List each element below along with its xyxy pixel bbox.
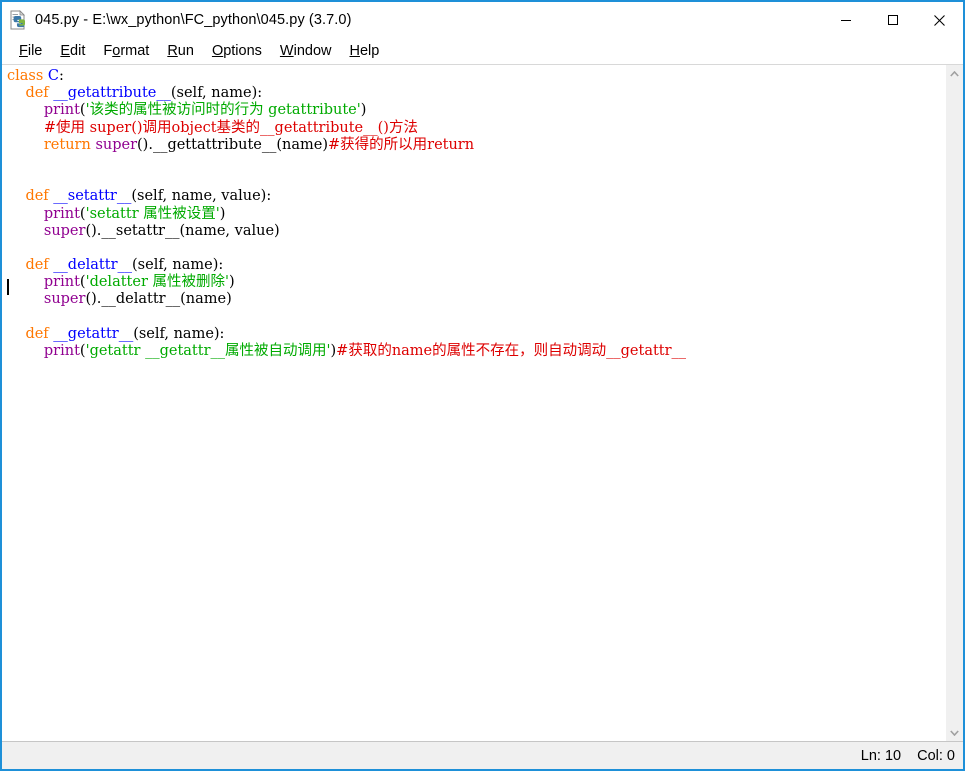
code-token: (self, name): [170,85,263,102]
code-line: return super().__gettattribute__(name)#获… [7,137,945,154]
code-token: 'delatter 属性被删除' [85,274,229,291]
source-code: class C: def __getattribute__(self, name… [2,68,945,360]
code-token: super [43,222,86,239]
maximize-button[interactable] [869,2,916,38]
code-token: ().__delattr__(name) [85,291,232,308]
scroll-down-button[interactable] [946,724,963,741]
code-token: '该类的属性被访问时的行为 getattribute' [85,102,361,119]
menu-item-help[interactable]: Help [341,41,389,62]
code-token: __delattr__ [53,257,133,274]
scroll-up-button[interactable] [946,65,963,82]
window-title: 045.py - E:\wx_python\FC_python\045.py (… [35,12,352,28]
code-token: def [25,188,49,205]
code-line: def __setattr__(self, name, value): [7,188,945,205]
menu-item-file[interactable]: File [10,41,51,62]
code-token: ) [360,102,367,119]
menu-item-options[interactable]: Options [203,41,271,62]
code-text-area[interactable]: class C: def __getattribute__(self, name… [2,65,945,741]
code-token: : [59,68,64,84]
maximize-icon [887,15,898,25]
code-token: #获取的name的属性不存在，则自动调动__getattr__ [336,343,687,359]
menu-item-window[interactable]: Window [271,41,341,62]
vertical-scrollbar[interactable] [945,65,963,741]
code-line: print('delatter 属性被删除') [7,274,945,291]
code-token: ) [219,205,226,222]
menu-item-format[interactable]: Format [94,41,158,62]
status-bar: Ln: 10 Col: 0 [2,741,963,769]
code-line: #使用 super()调用object基类的__getattribute__()… [7,120,945,137]
code-token: (self, name): [132,257,224,274]
code-token: (self, name, value): [131,188,272,205]
minimize-button[interactable] [822,2,869,38]
status-line-number: Ln: 10 [860,747,902,764]
code-line: print('该类的属性被访问时的行为 getattribute') [7,102,945,119]
code-token: ().__setattr__(name, value) [85,222,280,239]
window-controls [822,2,963,38]
idle-editor-window: 045.py - E:\wx_python\FC_python\045.py (… [0,0,965,771]
close-button[interactable] [916,2,963,38]
code-token: print [43,343,80,359]
code-line: def __getattribute__(self, name): [7,85,945,102]
code-token: return [43,136,91,153]
code-token: def [25,325,49,342]
python-file-icon [8,10,28,30]
code-token: print [43,205,80,222]
title-bar[interactable]: 045.py - E:\wx_python\FC_python\045.py (… [2,2,963,38]
menu-item-edit[interactable]: Edit [51,41,94,62]
code-token: __getattribute__ [53,85,171,102]
code-token: ().__gettattribute__(name) [137,136,328,153]
code-token: 'setattr 属性被设置' [85,205,220,222]
code-token: print [43,274,80,291]
code-token: (self, name): [133,325,225,342]
code-line: def __delattr__(self, name): [7,257,945,274]
code-token: #获得的所以用return [327,136,475,153]
code-token: print [43,102,80,119]
code-line: super().__setattr__(name, value) [7,223,945,240]
status-column-number: Col: 0 [917,747,955,764]
code-token: __getattr__ [53,325,134,342]
editor-area: class C: def __getattribute__(self, name… [2,65,963,741]
code-token: __setattr__ [53,188,132,205]
code-token: #使用 super()调用object基类的__getattribute__()… [43,119,418,136]
close-icon [934,14,945,26]
code-line: print('getattr __getattr__属性被自动调用')#获取的n… [7,343,945,360]
chevron-down-icon [950,729,959,736]
code-token: def [25,85,49,102]
code-token: super [95,136,138,153]
code-token: 'getattr __getattr__属性被自动调用' [85,343,331,359]
code-line: super().__delattr__(name) [7,291,945,308]
menu-bar: File Edit Format Run Options Window Help [2,38,963,65]
code-line: def __getattr__(self, name): [7,326,945,343]
code-line: print('setattr 属性被设置') [7,206,945,223]
code-token: ) [228,274,235,291]
scrollbar-track[interactable] [946,82,963,724]
code-token: super [43,291,86,308]
menu-item-run[interactable]: Run [158,41,203,62]
chevron-up-icon [950,70,959,77]
minimize-icon [840,20,851,21]
code-line: class C: [7,68,945,85]
code-token: C [47,68,60,84]
text-caret [7,279,9,295]
code-token: class [7,68,44,84]
code-token: def [25,257,49,274]
